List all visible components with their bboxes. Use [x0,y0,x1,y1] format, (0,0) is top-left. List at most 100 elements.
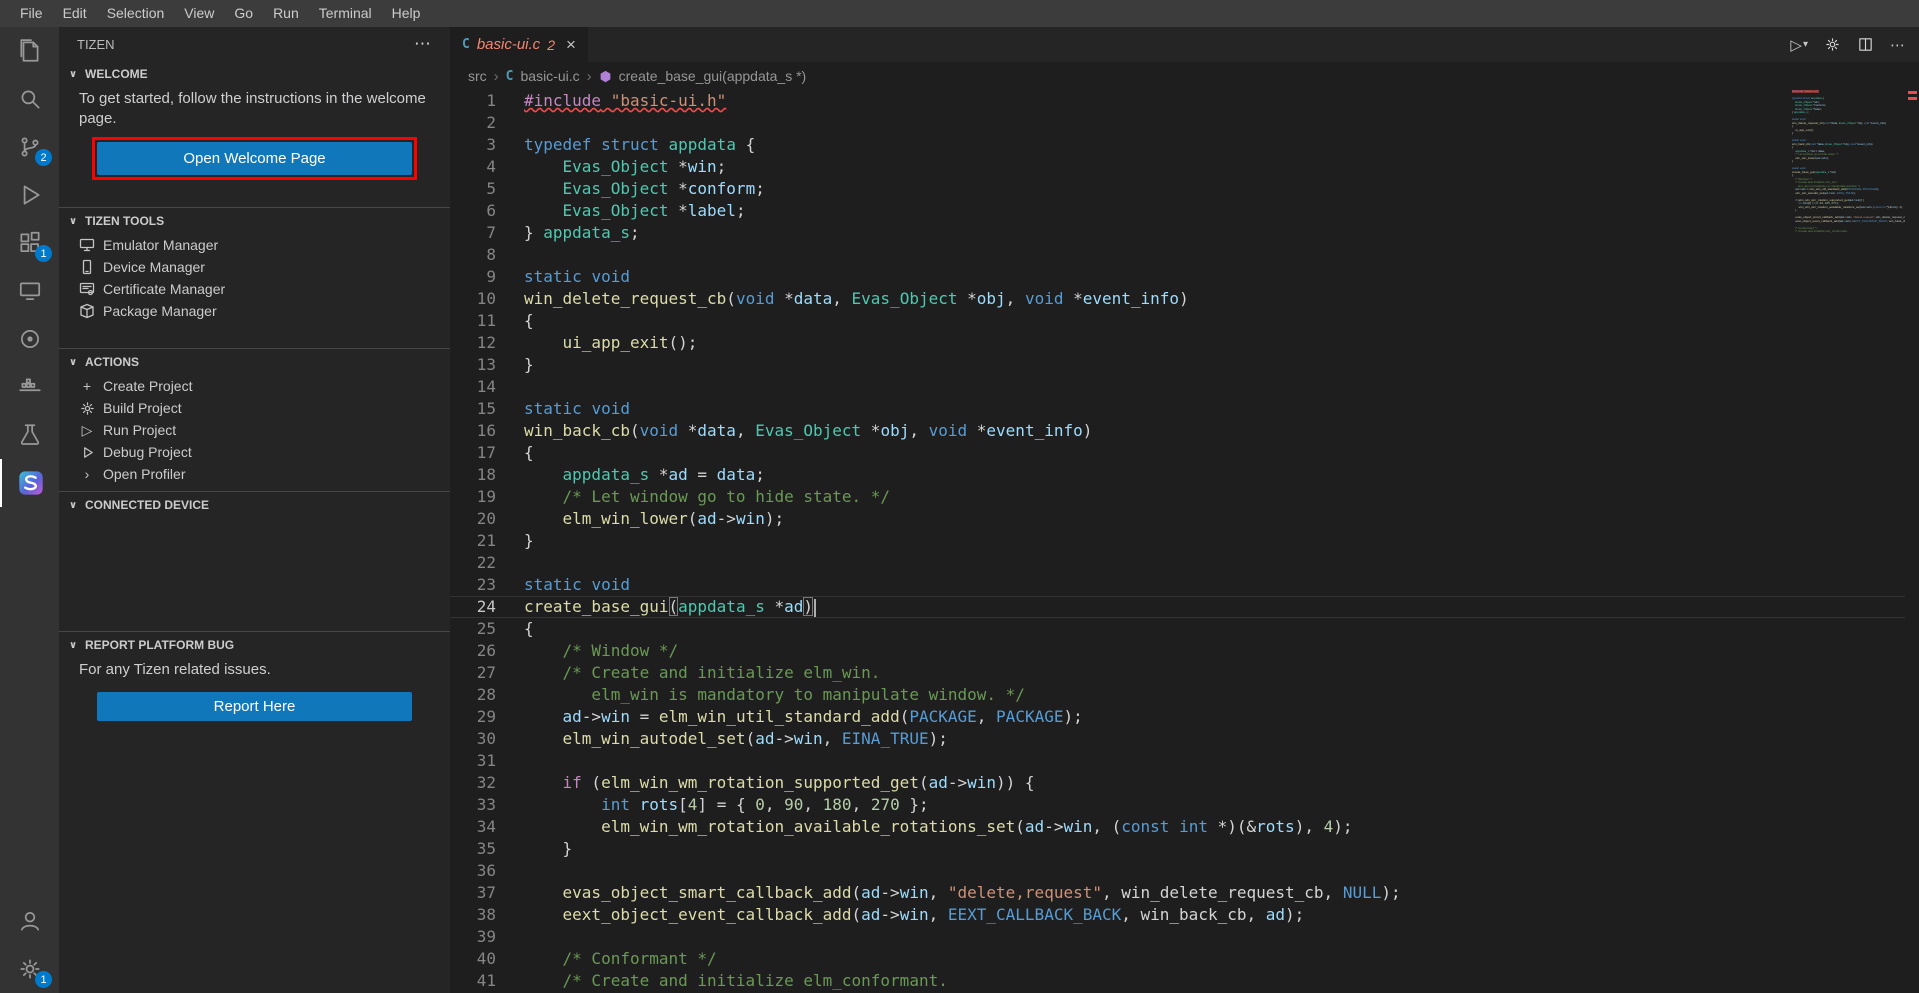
activity-item-remote-explorer[interactable] [0,267,59,315]
code-line[interactable]: 39 [450,926,1905,948]
code-line[interactable]: 19 /* Let window go to hide state. */ [450,486,1905,508]
code-line[interactable]: 20 elm_win_lower(ad->win); [450,508,1905,530]
code-line[interactable]: 21} [450,530,1905,552]
menu-go[interactable]: Go [224,0,263,27]
code-line[interactable]: 8 [450,244,1905,266]
activity-item-testing-flask[interactable] [0,411,59,459]
line-number: 37 [450,882,496,904]
section-welcome-header[interactable]: ∨ WELCOME [59,61,450,87]
code-line[interactable]: 3typedef struct appdata { [450,134,1905,156]
code-line[interactable]: 30 elm_win_autodel_set(ad->win, EINA_TRU… [450,728,1905,750]
menu-run[interactable]: Run [263,0,309,27]
code-area[interactable]: 1#include "basic-ui.h"23typedef struct a… [450,90,1905,993]
code-line[interactable]: 36 [450,860,1905,882]
code-line[interactable]: 27 /* Create and initialize elm_win. [450,662,1905,684]
minimap-content: 1#include "basic-ui.h"23typedef struct a… [1788,90,1905,234]
section-tizen-tools-header[interactable]: ∨ TIZEN TOOLS [59,208,450,234]
code-line[interactable]: 38 eext_object_event_callback_add(ad->wi… [450,904,1905,926]
sidebar-item-run-project[interactable]: ▷ Run Project [59,419,450,441]
sidebar-item-label: Run Project [103,422,176,438]
more-actions-icon[interactable]: ⋯ [414,34,432,54]
activity-item-test-explorer[interactable] [0,315,59,363]
activity-item-tizen[interactable] [0,459,59,507]
code-line[interactable]: 25{ [450,618,1905,640]
code-line[interactable]: 2 [450,112,1905,134]
code-line[interactable]: 31 [450,750,1905,772]
code-line[interactable]: 40 /* Conformant */ [450,948,1905,970]
code-line[interactable]: 11{ [450,310,1905,332]
code-line[interactable]: 29 ad->win = elm_win_util_standard_add(P… [450,706,1905,728]
activity-item-accounts[interactable] [0,897,59,945]
code-line[interactable]: 9static void [450,266,1905,288]
activity-item-extensions[interactable]: 1 [0,219,59,267]
menu-terminal[interactable]: Terminal [309,0,382,27]
breadcrumb-src[interactable]: src [468,68,487,84]
breadcrumb-file[interactable]: basic-ui.c [521,68,580,84]
sidebar-item-emulator-manager[interactable]: Emulator Manager [59,234,450,256]
split-editor-button[interactable] [1857,36,1874,53]
section-report-header[interactable]: ∨ REPORT PLATFORM BUG [59,632,450,658]
code-line[interactable]: 22 [450,552,1905,574]
menu-help[interactable]: Help [382,0,431,27]
code-line[interactable]: 24create_base_gui(appdata_s *ad) [450,596,1905,618]
code-line[interactable]: 18 appdata_s *ad = data; [450,464,1905,486]
code-line[interactable]: 6 Evas_Object *label; [450,200,1905,222]
report-here-button[interactable]: Report Here [97,692,412,721]
section-connected-device-label: CONNECTED DEVICE [85,498,209,512]
dropdown-chevron-icon: ▾ [1803,39,1808,50]
menu-view[interactable]: View [174,0,224,27]
sidebar-item-package-manager[interactable]: Package Manager [59,300,450,322]
code-line[interactable]: 37 evas_object_smart_callback_add(ad->wi… [450,882,1905,904]
activity-item-run-debug[interactable] [0,171,59,219]
code-line[interactable]: 15static void [450,398,1905,420]
code-line[interactable]: 28 elm_win is mandatory to manipulate wi… [450,684,1905,706]
code-line[interactable]: 13} [450,354,1905,376]
run-file-button[interactable]: ▷▾ [1790,36,1808,54]
menu-file[interactable]: File [10,0,53,27]
code-line[interactable]: 23static void [450,574,1905,596]
code-line[interactable]: 12 ui_app_exit(); [450,332,1905,354]
menu-edit[interactable]: Edit [53,0,97,27]
open-welcome-page-button[interactable]: Open Welcome Page [97,142,412,175]
activity-item-docker[interactable] [0,363,59,411]
section-actions-header[interactable]: ∨ ACTIONS [59,349,450,375]
scrollbar[interactable] [1905,90,1919,993]
activity-item-source-control[interactable]: 2 [0,123,59,171]
line-number: 35 [450,838,496,860]
line-number: 16 [450,420,496,442]
tizen-icon [17,469,45,497]
close-icon[interactable]: × [566,35,576,55]
code-line[interactable]: 5 Evas_Object *conform; [450,178,1905,200]
more-actions-button[interactable]: ⋯ [1890,36,1905,54]
code-line[interactable]: 16win_back_cb(void *data, Evas_Object *o… [450,420,1905,442]
activity-item-search[interactable] [0,75,59,123]
sidebar-item-create-project[interactable]: + Create Project [59,375,450,397]
menu-selection[interactable]: Selection [97,0,175,27]
code-line[interactable]: 34 elm_win_wm_rotation_available_rotatio… [450,816,1905,838]
sidebar-title: TIZEN [77,37,115,52]
chevron-down-icon: ∨ [66,500,80,511]
sidebar-item-open-profiler[interactable]: › Open Profiler [59,463,450,485]
activity-item-settings[interactable]: 1 [0,945,59,993]
sidebar-item-device-manager[interactable]: Device Manager [59,256,450,278]
code-line[interactable]: 32 if (elm_win_wm_rotation_supported_get… [450,772,1905,794]
code-line[interactable]: 35 } [450,838,1905,860]
breadcrumb-symbol[interactable]: create_base_gui(appdata_s *) [619,68,807,84]
code-line[interactable]: 17{ [450,442,1905,464]
code-line[interactable]: 14 [450,376,1905,398]
code-line[interactable]: 41 /* Create and initialize elm_conforma… [450,970,1905,992]
code-line[interactable]: 4 Evas_Object *win; [450,156,1905,178]
code-line[interactable]: 1#include "basic-ui.h" [450,90,1905,112]
activity-item-explorer[interactable] [0,27,59,75]
editor-settings-button[interactable] [1824,36,1841,53]
code-line[interactable]: 10win_delete_request_cb(void *data, Evas… [450,288,1905,310]
section-connected-device-header[interactable]: ∨ CONNECTED DEVICE [59,492,450,518]
minimap[interactable]: 1#include "basic-ui.h"23typedef struct a… [1788,90,1905,993]
sidebar-item-certificate-manager[interactable]: Certificate Manager [59,278,450,300]
sidebar-item-build-project[interactable]: Build Project [59,397,450,419]
code-line[interactable]: 33 int rots[4] = { 0, 90, 180, 270 }; [450,794,1905,816]
code-line[interactable]: 7} appdata_s; [450,222,1905,244]
sidebar-item-debug-project[interactable]: Debug Project [59,441,450,463]
tab-basic-ui-c[interactable]: C basic-ui.c 2 × [450,27,588,62]
code-line[interactable]: 26 /* Window */ [450,640,1905,662]
